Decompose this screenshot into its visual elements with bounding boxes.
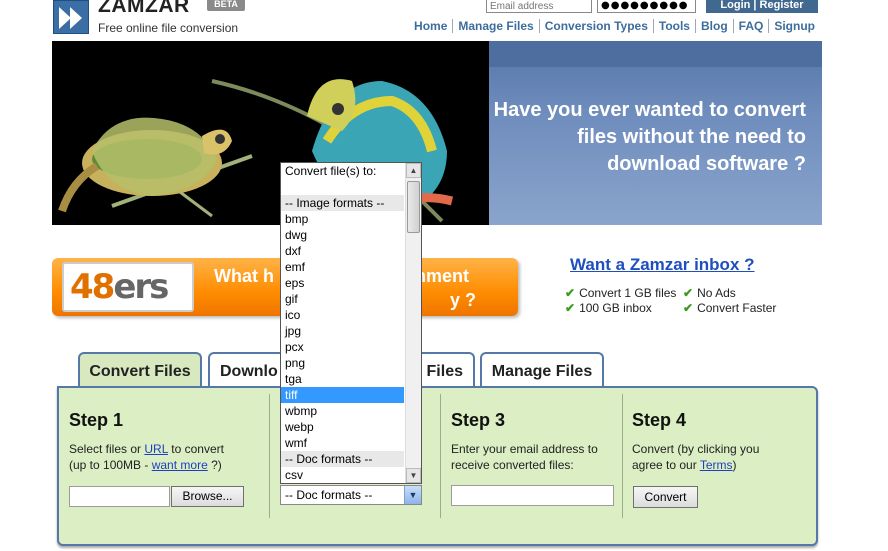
login-link[interactable]: Login bbox=[720, 0, 750, 11]
login-register-bar: Login | Register bbox=[706, 0, 818, 13]
format-option[interactable]: webp bbox=[281, 419, 404, 435]
format-options: Convert file(s) to: -- Image formats -- bm… bbox=[281, 163, 421, 483]
ad-line2-end: y ? bbox=[450, 290, 477, 310]
48ers-logo-digits: 48 bbox=[70, 267, 115, 307]
format-option[interactable]: dxf bbox=[281, 243, 404, 259]
zamzar-logo-icon[interactable] bbox=[53, 0, 89, 34]
scroll-down-icon[interactable]: ▼ bbox=[406, 468, 421, 483]
banner-headline: Have you ever wanted to convert files wi… bbox=[493, 99, 806, 175]
logo-wordmark[interactable]: ZAMZAR bbox=[98, 0, 190, 18]
format-option[interactable]: tga bbox=[281, 371, 404, 387]
format-option[interactable]: png bbox=[281, 355, 404, 371]
48ers-logo: 48ers bbox=[62, 262, 194, 312]
format-select[interactable]: -- Doc formats -- ▼ bbox=[280, 485, 422, 505]
nav-conversion-types[interactable]: Conversion Types bbox=[538, 19, 653, 33]
login-email-input[interactable] bbox=[486, 0, 592, 13]
format-option[interactable]: wbmp bbox=[281, 403, 404, 419]
check-icon: ✔ bbox=[683, 301, 694, 315]
tab-manage-files[interactable]: Manage Files bbox=[480, 352, 604, 386]
format-option[interactable]: dwg bbox=[281, 227, 404, 243]
nav-faq[interactable]: FAQ bbox=[732, 19, 769, 33]
perk-1gb: ✔ Convert 1 GB files bbox=[565, 286, 677, 300]
login-separator: | bbox=[750, 0, 760, 11]
browse-button[interactable]: Browse... bbox=[171, 486, 244, 507]
convert-button[interactable]: Convert bbox=[633, 486, 698, 508]
format-option[interactable]: wmf bbox=[281, 435, 404, 451]
nav-signup[interactable]: Signup bbox=[768, 19, 820, 33]
format-option[interactable]: csv bbox=[281, 467, 404, 483]
format-option[interactable]: jpg bbox=[281, 323, 404, 339]
scroll-up-icon[interactable]: ▲ bbox=[406, 163, 421, 178]
register-link[interactable]: Register bbox=[760, 0, 804, 11]
want-more-link[interactable]: want more bbox=[152, 458, 208, 472]
chameleon-illustration bbox=[52, 41, 489, 225]
format-select-value: -- Doc formats -- bbox=[285, 488, 373, 502]
login-password-input[interactable]: ●●●●●●●●● bbox=[597, 0, 696, 13]
step-divider bbox=[440, 394, 441, 518]
step-divider bbox=[622, 394, 623, 518]
48ers-logo-letters: ers bbox=[113, 267, 169, 307]
perk-faster: ✔ Convert Faster bbox=[683, 301, 777, 315]
format-option[interactable]: gif bbox=[281, 291, 404, 307]
terms-link[interactable]: Terms bbox=[700, 458, 733, 472]
scrollbar-thumb[interactable] bbox=[407, 181, 420, 233]
format-option[interactable]: ico bbox=[281, 307, 404, 323]
hero-banner: Have you ever wanted to convert files wi… bbox=[52, 41, 822, 225]
format-dropdown-list[interactable]: Convert file(s) to: -- Image formats -- bm… bbox=[280, 162, 422, 484]
step-divider bbox=[269, 394, 270, 518]
tagline: Free online file conversion bbox=[98, 21, 239, 35]
url-link[interactable]: URL bbox=[144, 442, 168, 456]
step4-instructions: Convert (by clicking you agree to our Ter… bbox=[632, 442, 760, 472]
step1-title: Step 1 bbox=[69, 410, 124, 430]
format-option[interactable]: pcx bbox=[281, 339, 404, 355]
beta-badge: BETA bbox=[207, 0, 245, 11]
ad-line1-start: What h bbox=[214, 266, 274, 286]
perk-no-ads: ✔ No Ads bbox=[683, 286, 736, 300]
format-group-label: -- Image formats -- bbox=[281, 195, 404, 211]
file-path-input[interactable] bbox=[69, 486, 170, 507]
format-list-header: Convert file(s) to: bbox=[285, 164, 377, 178]
check-icon: ✔ bbox=[683, 286, 694, 300]
check-icon: ✔ bbox=[565, 301, 576, 315]
format-option[interactable]: eps bbox=[281, 275, 404, 291]
format-option[interactable]: bmp bbox=[281, 211, 404, 227]
format-group-label: -- Doc formats -- bbox=[281, 451, 404, 467]
zamzar-inbox-link[interactable]: Want a Zamzar inbox ? bbox=[570, 255, 755, 275]
step4-title: Step 4 bbox=[632, 410, 687, 430]
chameleon-photo bbox=[52, 41, 489, 225]
format-option[interactable]: tiff bbox=[281, 387, 404, 403]
nav-home[interactable]: Home bbox=[409, 19, 452, 33]
step3-instructions: Enter your email address to receive conve… bbox=[451, 442, 598, 472]
check-icon: ✔ bbox=[565, 286, 576, 300]
top-nav: Home Manage Files Conversion Types Tools… bbox=[380, 19, 820, 33]
step1-instructions: Select files or URL to convert (up to 10… bbox=[69, 442, 224, 472]
dropdown-scrollbar[interactable]: ▲ ▼ bbox=[405, 163, 421, 483]
nav-blog[interactable]: Blog bbox=[694, 19, 733, 33]
step3-title: Step 3 bbox=[451, 410, 506, 430]
format-option[interactable]: emf bbox=[281, 259, 404, 275]
tab-convert-files[interactable]: Convert Files bbox=[78, 352, 202, 388]
perk-100gb: ✔ 100 GB inbox bbox=[565, 301, 652, 315]
chevron-down-icon[interactable]: ▼ bbox=[404, 486, 421, 504]
tab-download[interactable]: Downlo bbox=[208, 352, 288, 386]
format-option bbox=[281, 179, 404, 195]
email-field[interactable] bbox=[451, 485, 614, 506]
nav-manage-files[interactable]: Manage Files bbox=[452, 19, 538, 33]
nav-tools[interactable]: Tools bbox=[652, 19, 695, 33]
